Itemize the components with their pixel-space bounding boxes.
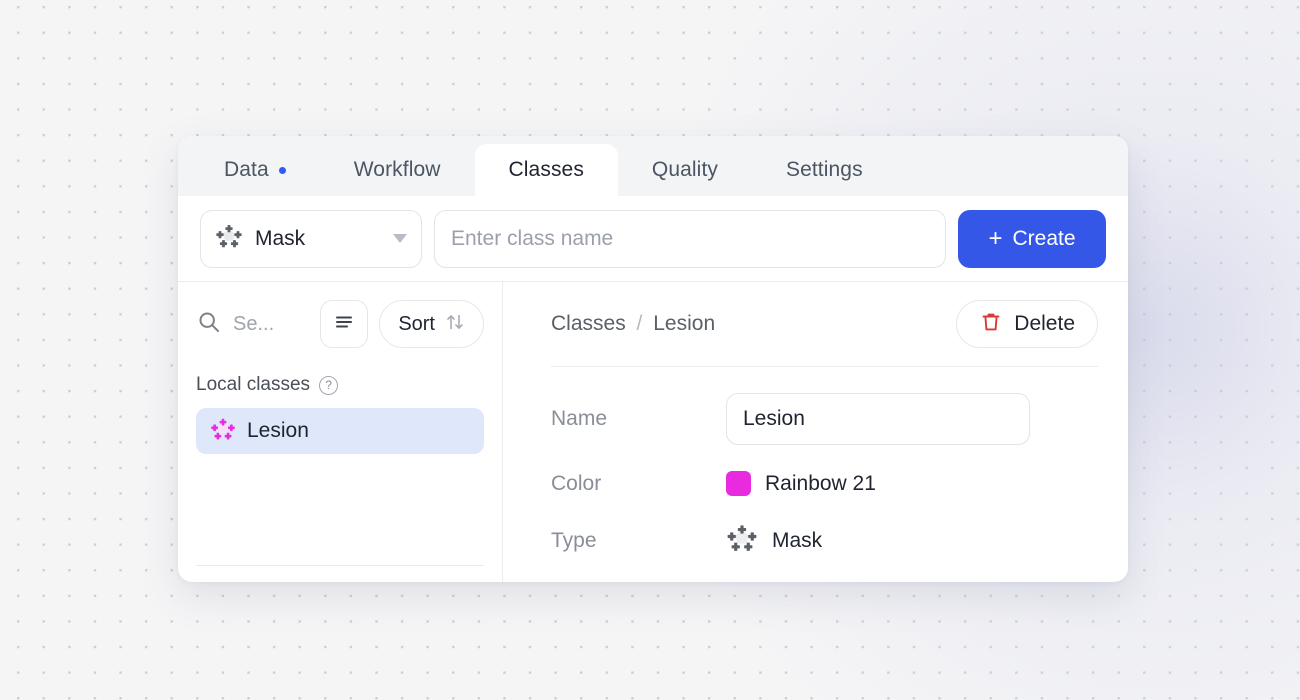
list-item-label: Lesion xyxy=(247,419,309,442)
local-classes-header: Local classes ? xyxy=(196,374,484,396)
create-button-label: Create xyxy=(1012,226,1076,250)
list-controls-row: Se... Sort xyxy=(196,300,484,348)
delete-button-label: Delete xyxy=(1014,312,1075,335)
tab-data-label: Data xyxy=(224,158,269,181)
filter-icon xyxy=(333,311,355,338)
field-type: Type Mask xyxy=(551,522,1098,559)
list-item[interactable]: Lesion xyxy=(196,408,484,454)
mask-icon xyxy=(726,522,758,559)
tab-data[interactable]: Data xyxy=(190,144,320,196)
class-create-toolbar: Mask + Create xyxy=(178,196,1128,282)
breadcrumb-current: Lesion xyxy=(653,312,716,335)
mask-icon xyxy=(215,222,243,255)
sort-button[interactable]: Sort xyxy=(379,300,484,348)
tab-quality[interactable]: Quality xyxy=(618,144,752,196)
tab-classes[interactable]: Classes xyxy=(474,144,618,196)
color-picker[interactable]: Rainbow 21 xyxy=(726,471,876,496)
create-button[interactable]: + Create xyxy=(958,209,1106,268)
tab-bar: Data Workflow Classes Quality Settings xyxy=(178,136,1128,196)
classes-card: Data Workflow Classes Quality Settings M… xyxy=(178,136,1128,582)
tab-workflow[interactable]: Workflow xyxy=(320,144,475,196)
tab-settings-label: Settings xyxy=(785,158,863,181)
filter-button[interactable] xyxy=(320,300,369,348)
help-circle-icon[interactable]: ? xyxy=(319,375,339,395)
search-icon xyxy=(196,309,222,340)
type-value-label: Mask xyxy=(772,528,823,552)
breadcrumb: Classes / Lesion xyxy=(551,312,715,336)
sort-arrows-icon xyxy=(445,312,465,337)
color-swatch xyxy=(726,471,751,496)
mask-icon xyxy=(210,416,236,447)
breadcrumb-separator: / xyxy=(636,312,643,335)
tab-settings[interactable]: Settings xyxy=(752,144,897,196)
tab-workflow-label: Workflow xyxy=(353,158,441,181)
tab-classes-label: Classes xyxy=(508,158,584,181)
list-panel-divider xyxy=(196,565,484,566)
field-name: Name xyxy=(551,393,1098,445)
tab-data-status-dot xyxy=(278,166,286,174)
class-detail-panel: Classes / Lesion Delete Name Lesion Colo… xyxy=(503,282,1128,582)
class-type-value: Mask xyxy=(255,226,306,250)
tab-quality-label: Quality xyxy=(651,158,718,181)
delete-button[interactable]: Delete xyxy=(956,300,1098,348)
chevron-down-icon xyxy=(393,234,407,243)
class-type-dropdown[interactable]: Mask xyxy=(200,209,422,268)
color-value-label: Rainbow 21 xyxy=(765,471,876,495)
name-input[interactable] xyxy=(726,393,1030,445)
classes-list-panel: Se... Sort Local classes ? Lesion xyxy=(178,282,503,582)
class-name-input[interactable] xyxy=(434,209,946,268)
sort-button-label: Sort xyxy=(398,312,435,335)
search-placeholder: Se... xyxy=(233,312,275,335)
field-color-label: Color xyxy=(551,471,602,495)
search-input[interactable]: Se... xyxy=(196,309,309,340)
field-color: Color Rainbow 21 xyxy=(551,471,1098,496)
type-value: Mask xyxy=(726,522,822,559)
classes-body: Se... Sort Local classes ? Lesion Classe… xyxy=(178,282,1128,582)
detail-header: Classes / Lesion Delete xyxy=(551,300,1098,367)
breadcrumb-root[interactable]: Classes xyxy=(551,312,626,335)
trash-icon xyxy=(979,310,1003,339)
field-type-label: Type xyxy=(551,528,597,552)
field-name-label: Name xyxy=(551,407,608,430)
plus-icon: + xyxy=(988,224,1003,252)
local-classes-label: Local classes xyxy=(196,374,311,395)
